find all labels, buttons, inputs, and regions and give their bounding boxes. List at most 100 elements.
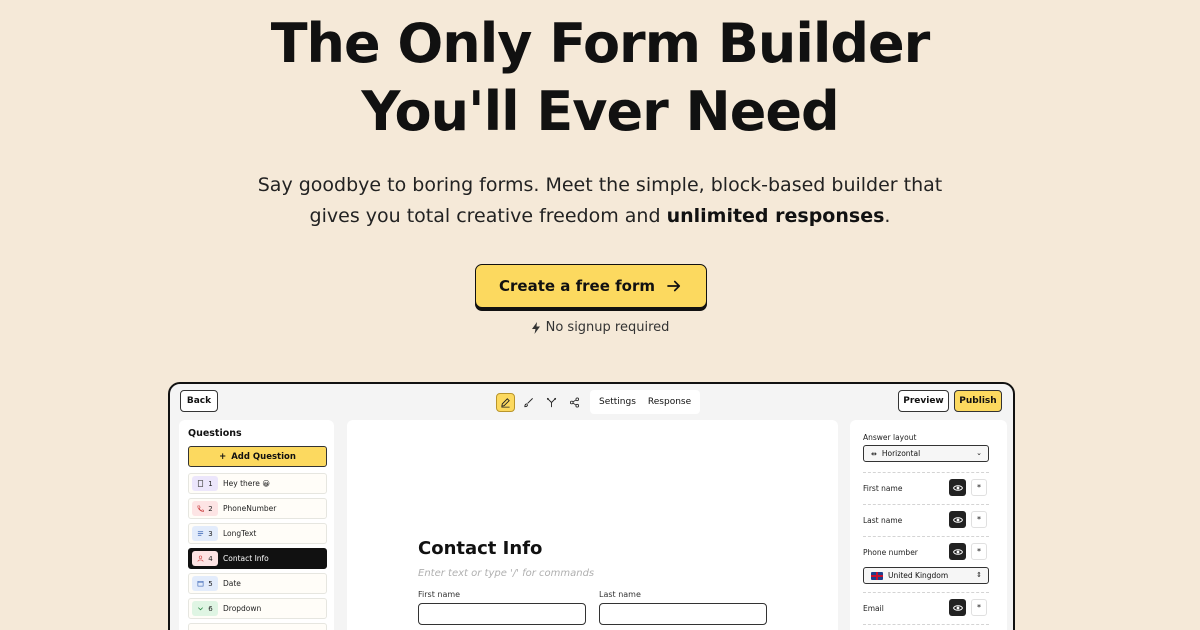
required-toggle[interactable]: * [971, 479, 987, 496]
country-select[interactable]: United Kingdom ⇕ [863, 567, 989, 584]
document-icon [198, 480, 204, 487]
divider [863, 592, 989, 593]
question-number: 6 [208, 604, 213, 613]
visibility-toggle[interactable] [949, 543, 966, 560]
question-item-active[interactable]: 4 Contact Info [188, 548, 327, 569]
hero-subtitle-line2: gives you total creative freedom and unl… [0, 201, 1200, 232]
answer-layout-label: Answer layout [863, 433, 917, 442]
layout-icon: ⇹ [871, 449, 877, 458]
divider [863, 624, 989, 625]
visibility-toggle[interactable] [949, 599, 966, 616]
last-name-label: Last name [599, 590, 641, 599]
field-label-last-name: Last name [863, 516, 903, 525]
subtitle-emphasis: unlimited responses [666, 205, 885, 227]
country-value: United Kingdom [888, 571, 949, 580]
hero-subtitle-line1: Say goodbye to boring forms. Meet the si… [257, 174, 943, 196]
tool-group [496, 390, 584, 414]
field-label-email: Email [863, 604, 884, 613]
required-toggle[interactable]: * [971, 543, 987, 560]
question-item[interactable] [188, 623, 327, 630]
pencil-icon [501, 397, 510, 407]
required-toggle[interactable]: * [971, 599, 987, 616]
add-question-label: Add Question [231, 451, 296, 462]
builder-window: Back Settings Response Preview Publish Q… [168, 382, 1015, 630]
eye-icon [952, 604, 963, 611]
share-tool[interactable] [565, 393, 584, 412]
preview-button[interactable]: Preview [898, 390, 949, 412]
calendar-icon [197, 581, 204, 587]
hero-subtitle: Say goodbye to boring forms. Meet the si… [0, 170, 1200, 232]
first-name-label: First name [418, 590, 461, 599]
edit-tool[interactable] [496, 392, 515, 412]
question-number: 5 [208, 579, 213, 588]
tab-settings[interactable]: Settings [599, 397, 636, 407]
tab-response[interactable]: Response [648, 397, 691, 407]
question-label: Contact Info [223, 554, 269, 563]
questions-panel: Questions + Add Question 1 Hey there 😀 2… [179, 420, 334, 630]
hero-title: The Only Form Builder You'll Ever Need [0, 10, 1200, 146]
question-label: PhoneNumber [223, 504, 277, 513]
lines-icon [198, 531, 204, 536]
question-item[interactable]: 6 Dropdown [188, 598, 327, 619]
question-number: 4 [208, 554, 213, 563]
signup-note-text: No signup required [545, 320, 670, 335]
settings-panel: Answer layout ⇹ Horizontal ⌄ First name … [850, 420, 1007, 630]
question-badge: 3 [192, 526, 218, 541]
create-form-label: Create a free form [499, 277, 655, 295]
signup-note: No signup required [0, 320, 1200, 335]
builder-topbar: Back Settings Response Preview Publish [170, 384, 1013, 420]
question-item[interactable]: 2 PhoneNumber [188, 498, 327, 519]
person-icon [197, 555, 204, 562]
question-label: Hey there 😀 [223, 479, 271, 488]
chevron-icon [198, 607, 204, 611]
hero-title-line1: The Only Form Builder [270, 12, 931, 75]
field-label-first-name: First name [863, 484, 903, 493]
question-label: LongText [223, 529, 257, 538]
form-description-placeholder[interactable]: Enter text or type '/' for commands [418, 568, 594, 579]
required-toggle[interactable]: * [971, 511, 987, 528]
divider [863, 472, 989, 473]
eye-icon [952, 548, 963, 555]
question-item[interactable]: 3 LongText [188, 523, 327, 544]
question-label: Date [223, 579, 241, 588]
lightning-icon [531, 321, 540, 334]
publish-button[interactable]: Publish [954, 390, 1002, 412]
answer-layout-select[interactable]: ⇹ Horizontal ⌄ [863, 445, 989, 462]
visibility-toggle[interactable] [949, 511, 966, 528]
create-form-button[interactable]: Create a free form [475, 264, 707, 308]
question-badge: 6 [192, 601, 218, 616]
question-item[interactable]: 5 Date [188, 573, 327, 594]
last-name-field[interactable] [599, 603, 767, 625]
question-number: 1 [208, 479, 213, 488]
brush-icon [524, 397, 533, 407]
share-icon [569, 397, 580, 407]
question-list: 1 Hey there 😀 2 PhoneNumber 3 LongText 4… [188, 473, 327, 630]
question-badge: 4 [192, 551, 218, 566]
arrow-right-icon [667, 280, 681, 292]
question-badge: 1 [192, 476, 218, 491]
question-item[interactable]: 1 Hey there 😀 [188, 473, 327, 494]
divider [863, 536, 989, 537]
questions-title: Questions [188, 428, 242, 439]
subtitle-period: . [884, 205, 891, 227]
visibility-toggle[interactable] [949, 479, 966, 496]
back-button[interactable]: Back [180, 390, 218, 412]
question-badge: 5 [192, 576, 218, 591]
chevron-down-icon: ⌄ [976, 449, 982, 457]
eye-icon [952, 484, 963, 491]
builder-tabs: Settings Response [590, 390, 701, 414]
first-name-field[interactable] [418, 603, 586, 625]
question-label: Dropdown [223, 604, 262, 613]
uk-flag-icon [871, 571, 883, 580]
add-question-button[interactable]: + Add Question [188, 446, 327, 467]
form-canvas: Contact Info Enter text or type '/' for … [347, 420, 838, 630]
chevron-updown-icon: ⇕ [976, 571, 982, 579]
phone-icon [197, 505, 205, 512]
subtitle-text: gives you total creative freedom and [309, 205, 667, 227]
design-tool[interactable] [519, 393, 538, 412]
answer-layout-value: Horizontal [881, 449, 921, 458]
hero-title-line2: You'll Ever Need [361, 80, 839, 143]
logic-tool[interactable] [542, 393, 561, 412]
question-number: 2 [208, 504, 213, 513]
form-title[interactable]: Contact Info [418, 538, 542, 559]
